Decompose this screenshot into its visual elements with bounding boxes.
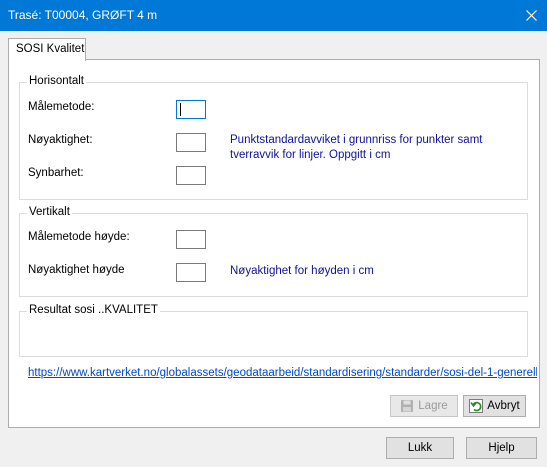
close-button[interactable] xyxy=(516,0,547,31)
vertikalt-legend: Vertikalt xyxy=(27,206,72,218)
noyaktighet-hint: Punktstandardavviket i grunnriss for pun… xyxy=(230,134,483,161)
hjelp-label: Hjelp xyxy=(488,442,515,454)
noyaktighet-hoyde-input[interactable] xyxy=(176,263,206,282)
synbarhet-label: Synbarhet: xyxy=(28,167,84,179)
sosi-documentation-link[interactable]: https://www.kartverket.no/globalassets/g… xyxy=(28,367,537,379)
floppy-disk-icon xyxy=(401,400,414,412)
lukk-label: Lukk xyxy=(407,442,433,454)
avbryt-button[interactable]: Avbryt xyxy=(463,395,526,417)
vertikalt-group: Vertikalt xyxy=(19,206,528,297)
lukk-button[interactable]: Lukk xyxy=(386,437,454,459)
noyaktighet-label: Nøyaktighet: xyxy=(28,134,93,146)
tab-panel: Horisontalt Målemetode: Nøyaktighet: Pun… xyxy=(8,59,540,428)
text-caret xyxy=(180,103,181,116)
window-title: Trasé: T00004, GRØFT 4 m xyxy=(8,8,158,22)
avbryt-label: Avbryt xyxy=(487,400,520,412)
noyaktighet-hoyde-label: Nøyaktighet høyde xyxy=(28,264,125,276)
synbarhet-input[interactable] xyxy=(176,166,206,185)
malemetode-label: Målemetode: xyxy=(28,101,95,113)
title-bar: Trasé: T00004, GRØFT 4 m xyxy=(0,0,547,31)
hjelp-button[interactable]: Hjelp xyxy=(466,437,537,459)
resultat-legend: Resultat sosi ..KVALITET xyxy=(27,304,160,316)
undo-icon xyxy=(469,399,484,413)
malemetode-hoyde-input[interactable] xyxy=(176,230,206,249)
horisontalt-legend: Horisontalt xyxy=(27,75,86,87)
noyaktighet-hoyde-hint: Nøyaktighet for høyden i cm xyxy=(230,265,374,277)
resultat-group: Resultat sosi ..KVALITET xyxy=(19,304,528,357)
tab-sosi-kvalitet[interactable]: SOSI Kvalitet xyxy=(8,38,86,61)
tab-label: SOSI Kvalitet xyxy=(16,43,85,55)
malemetode-input[interactable] xyxy=(176,100,206,119)
close-icon xyxy=(526,10,537,21)
noyaktighet-input[interactable] xyxy=(176,133,206,152)
malemetode-hoyde-label: Målemetode høyde: xyxy=(28,231,130,243)
lagre-button[interactable]: Lagre xyxy=(390,395,458,417)
lagre-label: Lagre xyxy=(418,400,448,412)
